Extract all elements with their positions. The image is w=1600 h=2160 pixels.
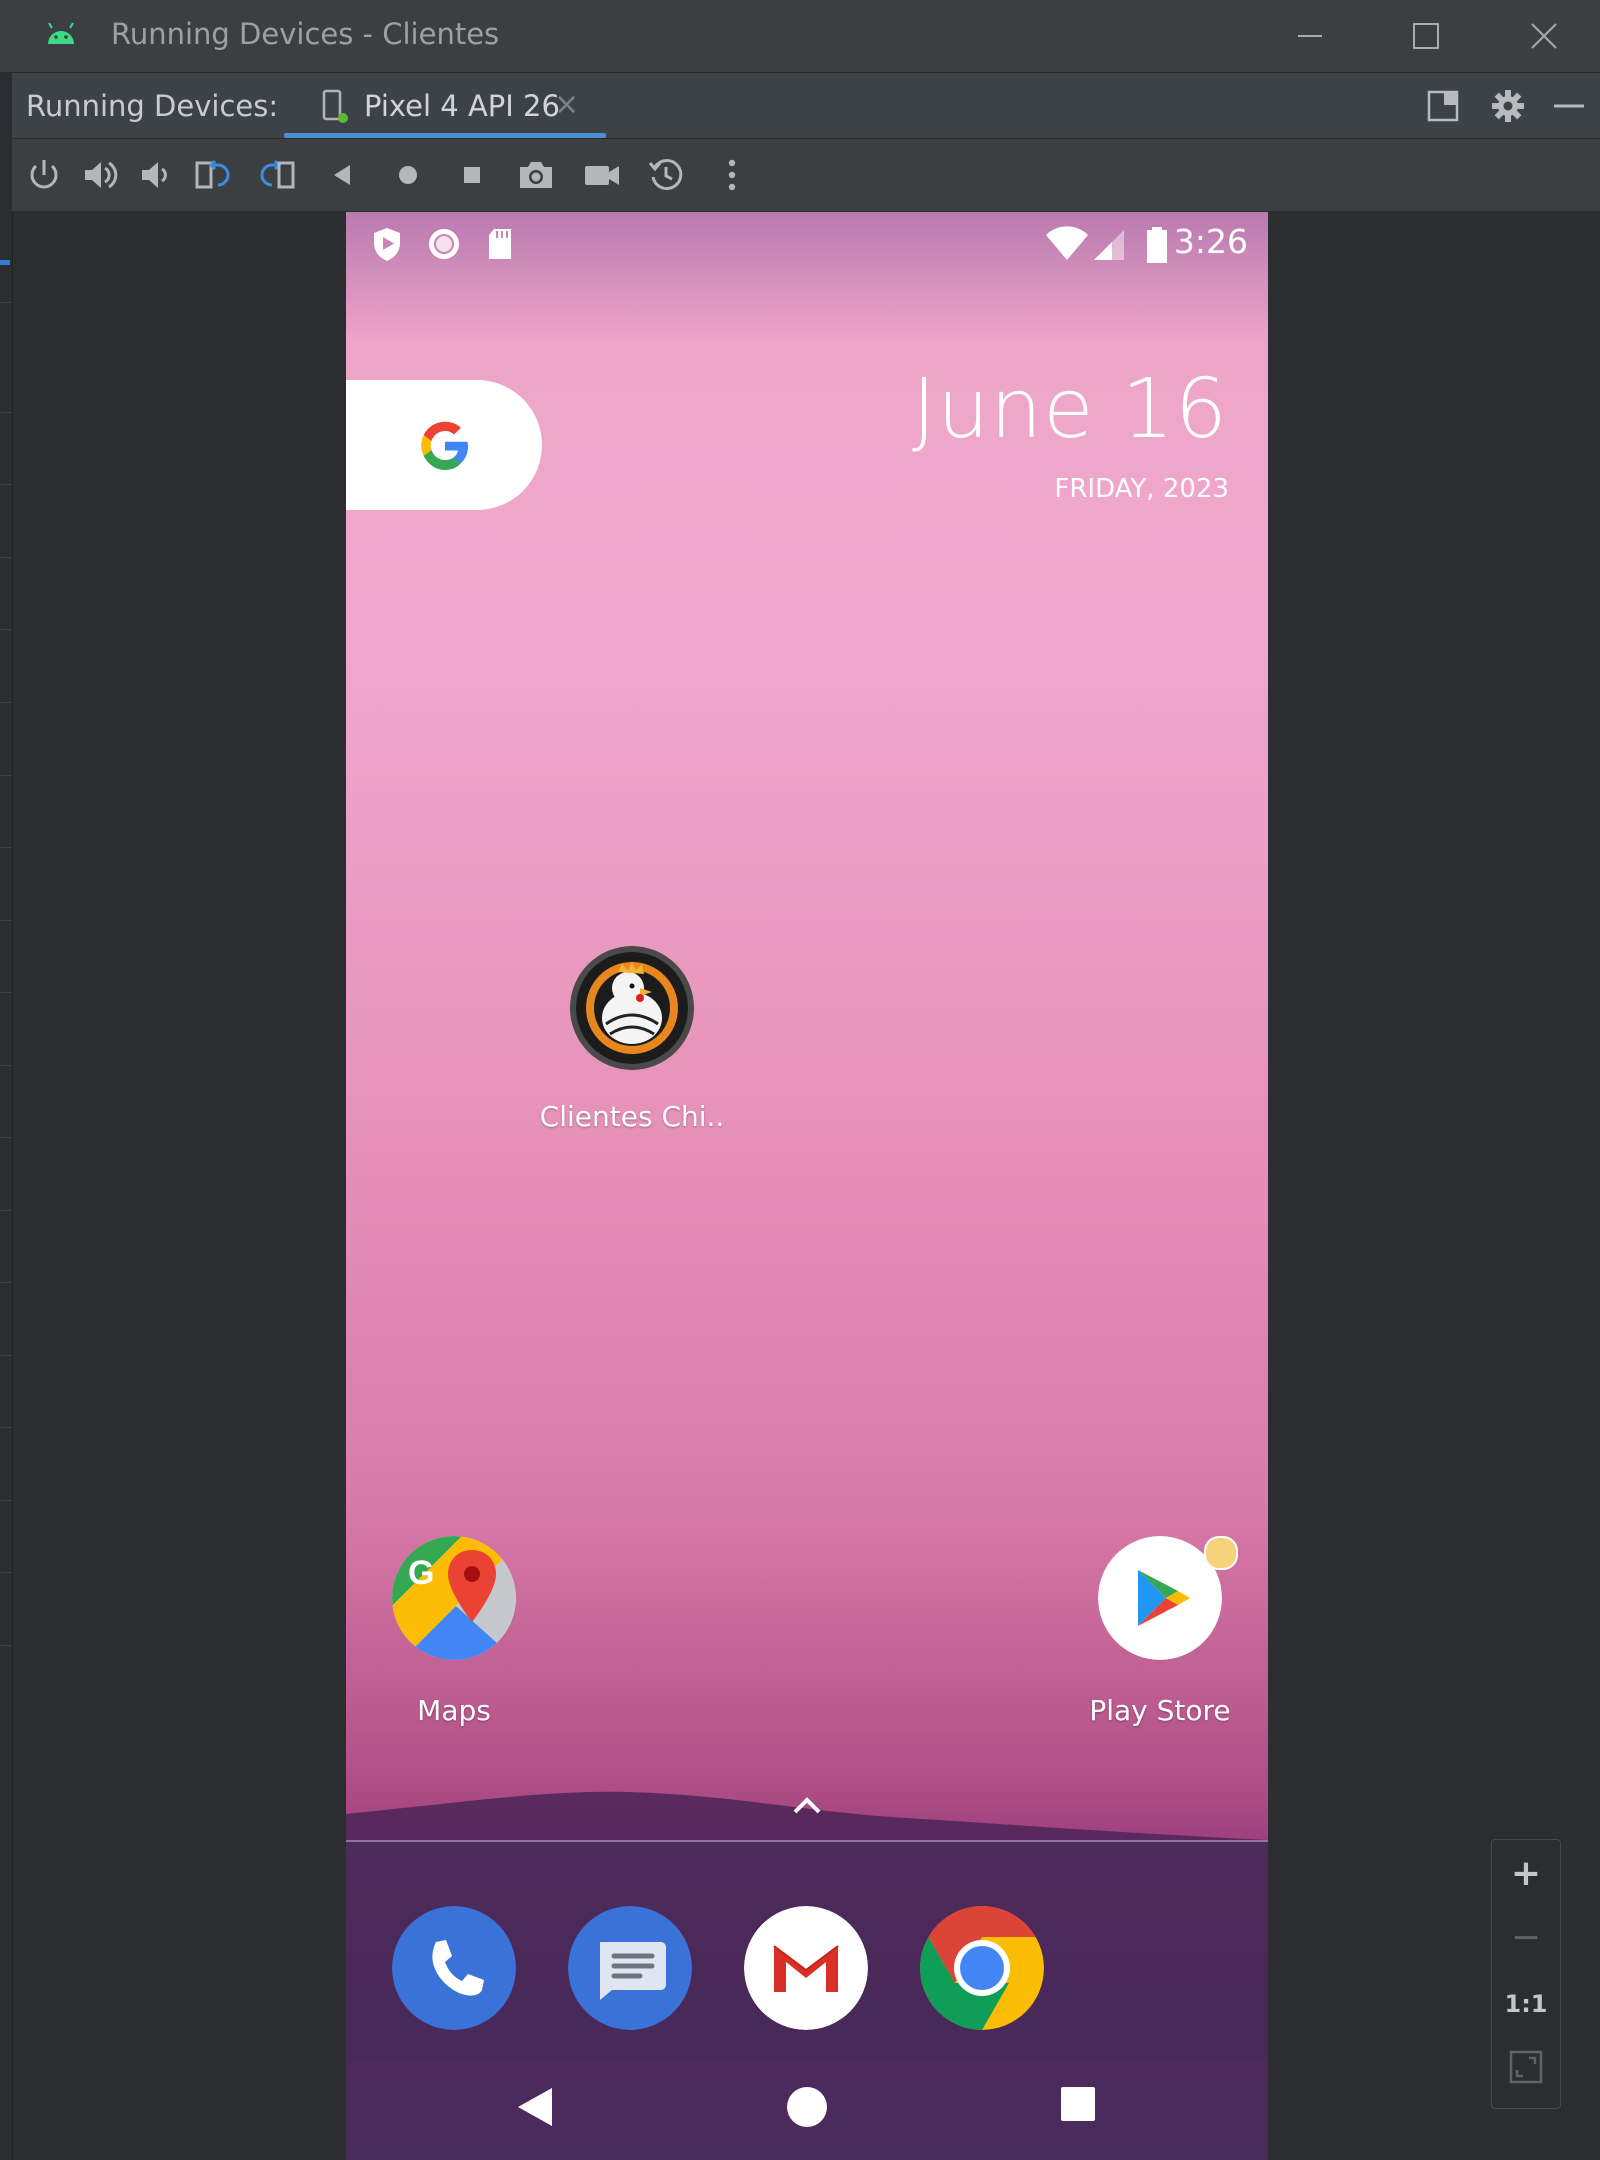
hide-icon[interactable]: [1550, 87, 1588, 125]
running-devices-header: Running Devices: Pixel 4 API 26 ×: [12, 73, 1600, 139]
nav-back-icon[interactable]: [514, 2082, 558, 2132]
fit-screen-icon[interactable]: [1509, 2050, 1543, 2084]
screenshot-icon[interactable]: [516, 155, 556, 195]
battery-icon: [1147, 227, 1167, 263]
zoom-out-button[interactable]: −: [1492, 1908, 1560, 1968]
power-icon[interactable]: [24, 155, 64, 195]
app-label: Play Store: [1089, 1694, 1231, 1727]
volume-up-icon[interactable]: [80, 155, 120, 195]
maximize-icon[interactable]: [1404, 14, 1448, 58]
signal-icon: [1094, 230, 1124, 260]
left-panel-edge: [0, 212, 13, 2160]
minimize-icon[interactable]: [1288, 14, 1332, 58]
tab-selected-indicator: [284, 133, 606, 138]
wifi-icon: [1046, 226, 1088, 260]
notification-dot: [1204, 1536, 1238, 1570]
nav-recents-icon[interactable]: [1058, 2084, 1098, 2124]
running-devices-label: Running Devices:: [26, 89, 279, 123]
app-label: Maps: [417, 1694, 491, 1727]
rotate-right-icon[interactable]: [258, 155, 298, 195]
settings-gear-icon[interactable]: [1489, 87, 1527, 125]
record-icon: [429, 229, 459, 259]
tab-close-icon[interactable]: ×: [554, 87, 579, 122]
nav-home-icon[interactable]: [782, 2082, 832, 2132]
svg-text:G: G: [408, 1554, 434, 1592]
device-screen[interactable]: 3:26 June 16 FRIDAY, 2023 Clientes Chi..…: [346, 212, 1268, 2160]
overview-icon[interactable]: [452, 155, 492, 195]
clientes-chicken-logo-icon: [570, 946, 694, 1070]
status-bar: 3:26: [346, 212, 1268, 272]
sd-card-icon: [489, 229, 511, 259]
zoom-in-button[interactable]: +: [1492, 1844, 1560, 1904]
date-widget-weekday-year: FRIDAY, 2023: [1054, 474, 1229, 504]
status-clock: 3:26: [1173, 222, 1248, 261]
google-g-icon: [421, 421, 468, 470]
home-icon[interactable]: [388, 155, 428, 195]
date-widget-date[interactable]: June 16: [912, 362, 1228, 457]
tab-label: Pixel 4 API 26: [364, 89, 560, 123]
device-icon: [322, 89, 348, 123]
snapshot-restore-icon[interactable]: [646, 155, 686, 195]
google-search-widget[interactable]: [346, 380, 542, 510]
tab-pixel-4-api-26[interactable]: Pixel 4 API 26 ×: [284, 73, 606, 138]
google-maps-icon: G: [392, 1536, 516, 1660]
messages-icon[interactable]: [568, 1906, 692, 2030]
android-icon: [48, 22, 74, 44]
play-protect-icon: [374, 228, 400, 261]
window-title: Running Devices - Clientes: [111, 17, 500, 51]
phone-icon[interactable]: [392, 1906, 516, 2030]
app-drawer-chevron-icon[interactable]: [787, 1790, 827, 1820]
close-icon[interactable]: [1522, 14, 1566, 58]
volume-down-icon[interactable]: [134, 155, 174, 195]
rotate-left-icon[interactable]: [192, 155, 232, 195]
zoom-controls: + − 1:1: [1491, 1839, 1561, 2109]
layout-icon[interactable]: [1424, 87, 1462, 125]
actual-size-button[interactable]: 1:1: [1492, 1974, 1560, 2034]
device-toolbar: [12, 139, 1600, 211]
chrome-icon[interactable]: [920, 1906, 1044, 2030]
window-titlebar: Running Devices - Clientes: [0, 0, 1600, 73]
back-icon[interactable]: [322, 155, 362, 195]
app-label: Clientes Chi..: [539, 1100, 725, 1133]
gmail-icon[interactable]: [744, 1906, 868, 2030]
screen-record-icon[interactable]: [582, 155, 622, 195]
more-options-icon[interactable]: [712, 155, 752, 195]
